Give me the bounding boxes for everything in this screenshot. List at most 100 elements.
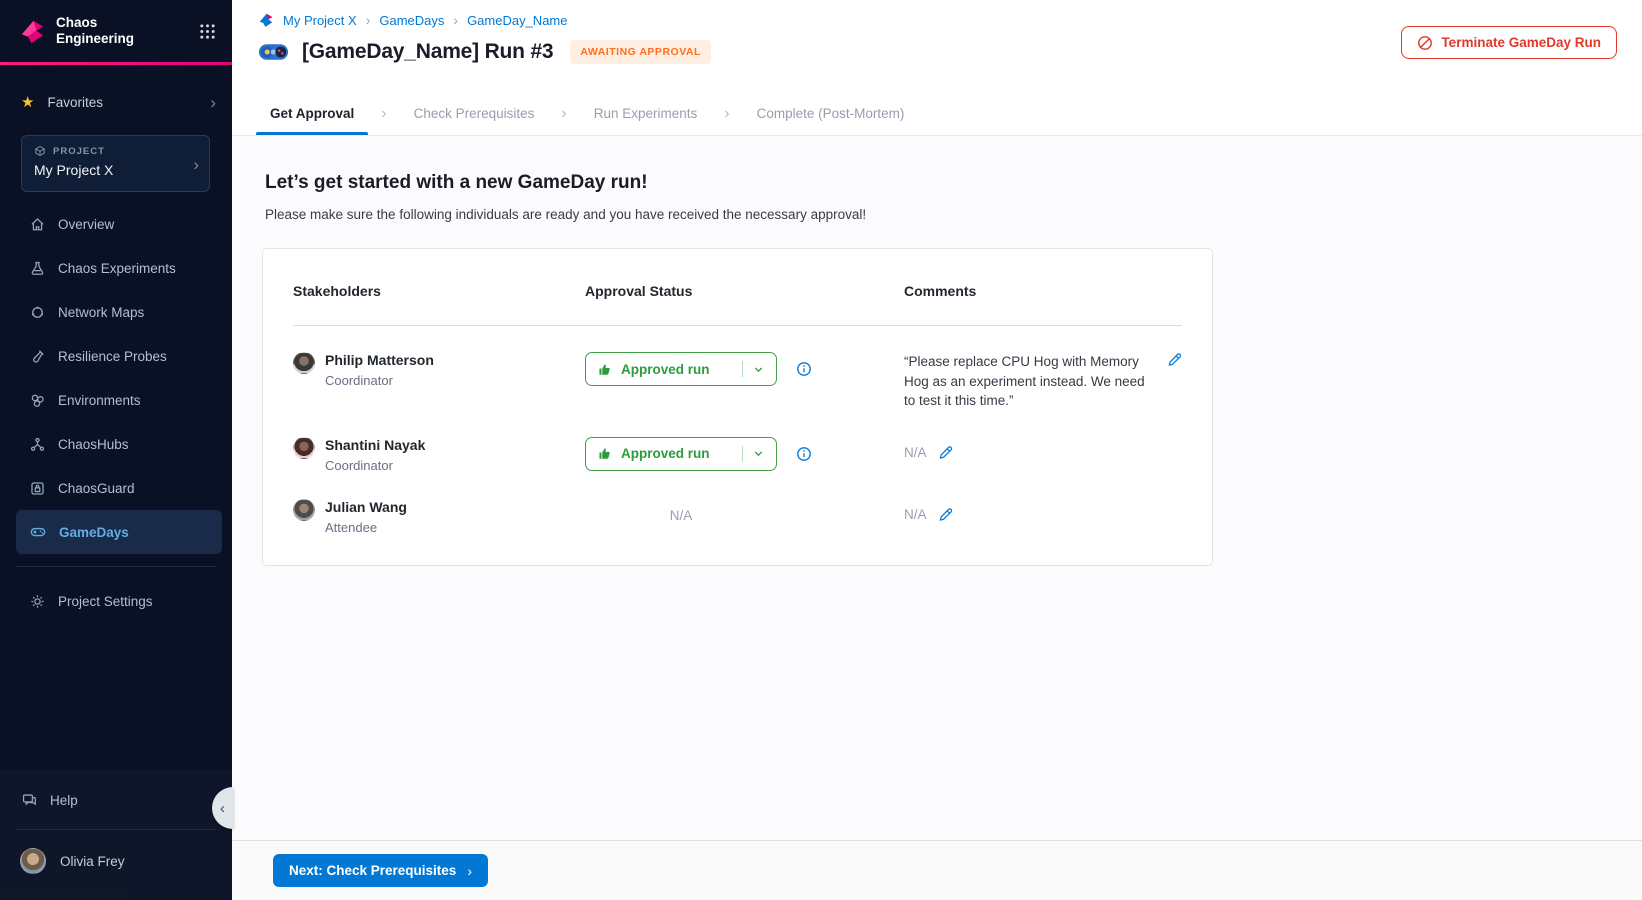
sidebar-item-network-maps[interactable]: Network Maps (0, 290, 232, 334)
sidebar-item-environments[interactable]: Environments (0, 378, 232, 422)
sidebar-item-label: Chaos Experiments (58, 261, 176, 276)
sidebar-menu: Overview Chaos Experiments Network Maps (0, 202, 232, 554)
chevron-right-icon: › (561, 105, 566, 123)
project-selector[interactable]: PROJECT My Project X › (21, 135, 210, 192)
favorites-label: Favorites (47, 95, 103, 110)
stakeholder-cell: Julian Wang Attendee (293, 499, 585, 535)
sidebar-divider (16, 829, 216, 830)
sidebar-item-project-settings[interactable]: Project Settings (0, 579, 232, 623)
stakeholder-role: Coordinator (325, 373, 434, 388)
help-chat-icon (21, 792, 38, 809)
guard-lock-icon (29, 480, 46, 497)
chevron-right-icon: › (193, 156, 199, 173)
step-tabs: Get Approval › Check Prerequisites › Run… (232, 92, 1642, 136)
home-icon (29, 216, 46, 233)
stakeholders-card: Stakeholders Approval Status Comments Ph… (262, 248, 1213, 566)
flask-icon (29, 260, 46, 277)
comment-cell: N/A (904, 499, 1182, 522)
thumbs-up-icon (597, 446, 612, 461)
page-header: My Project X › GameDays › GameDay_Name [… (232, 0, 1642, 92)
edit-comment-icon[interactable] (938, 507, 953, 522)
comment-cell: “Please replace CPU Hog with Memory Hog … (904, 352, 1182, 411)
table-row: Philip Matterson Coordinator Approved ru… (293, 326, 1182, 411)
tab-label: Complete (Post-Mortem) (757, 106, 905, 121)
content-area: Let’s get started with a new GameDay run… (232, 136, 1642, 840)
edit-comment-icon[interactable] (938, 445, 953, 460)
ban-icon (1417, 35, 1433, 51)
table-header: Stakeholders Approval Status Comments (293, 283, 1182, 326)
table-row: Julian Wang Attendee N/A N/A (293, 473, 1182, 535)
user-menu[interactable]: Olivia Frey (0, 839, 232, 874)
page-title: [GameDay_Name] Run #3 (302, 40, 553, 64)
sidebar-item-favorites[interactable]: ★ Favorites › (0, 82, 232, 122)
column-comments: Comments (904, 283, 1182, 299)
tab-get-approval[interactable]: Get Approval (270, 92, 354, 135)
chevron-down-icon (752, 363, 765, 376)
chevron-right-icon: › (467, 863, 472, 879)
thumbs-up-icon (597, 362, 612, 377)
approval-info-icon[interactable] (796, 446, 812, 462)
project-label: PROJECT (53, 146, 105, 157)
content-subtitle: Please make sure the following individua… (265, 207, 1612, 222)
sidebar-item-gamedays[interactable]: GameDays (16, 510, 222, 554)
chevron-down-icon (752, 447, 765, 460)
sidebar-bottom: Help Olivia Frey (0, 770, 232, 900)
button-divider (742, 446, 743, 462)
environments-icon (29, 392, 46, 409)
gamepad-icon (29, 523, 47, 541)
chevron-right-icon: › (210, 94, 216, 111)
cube-icon (34, 145, 46, 157)
stakeholder-role: Coordinator (325, 458, 425, 473)
avatar (293, 352, 315, 374)
sidebar-item-chaoshubs[interactable]: ChaosHubs (0, 422, 232, 466)
gear-icon (29, 593, 46, 610)
tab-check-prerequisites[interactable]: Check Prerequisites (414, 92, 535, 135)
sidebar: Chaos Engineering ★ Favorites › PROJECT … (0, 0, 232, 900)
edit-comment-icon[interactable] (1167, 352, 1182, 367)
tab-run-experiments[interactable]: Run Experiments (594, 92, 698, 135)
tab-label: Get Approval (270, 106, 354, 121)
chevron-right-icon: › (724, 105, 729, 123)
sidebar-item-help[interactable]: Help (0, 780, 232, 820)
next-button[interactable]: Next: Check Prerequisites › (273, 854, 488, 887)
tab-complete-post-mortem[interactable]: Complete (Post-Mortem) (757, 92, 905, 135)
app-root: Chaos Engineering ★ Favorites › PROJECT … (0, 0, 1642, 900)
table-row: Shantini Nayak Coordinator Approved run (293, 411, 1182, 473)
next-button-label: Next: Check Prerequisites (289, 863, 456, 878)
stakeholder-name: Philip Matterson (325, 352, 434, 368)
sidebar-item-chaosguard[interactable]: ChaosGuard (0, 466, 232, 510)
avatar (293, 437, 315, 459)
sidebar-item-label: Help (50, 793, 78, 808)
approval-status-na: N/A (585, 499, 777, 523)
sidebar-item-label: GameDays (59, 525, 129, 540)
breadcrumb-link-gamedays[interactable]: GameDays (379, 13, 444, 28)
sidebar-item-overview[interactable]: Overview (0, 202, 232, 246)
tab-label: Check Prerequisites (414, 106, 535, 121)
main-area: My Project X › GameDays › GameDay_Name [… (232, 0, 1642, 900)
approval-status-dropdown[interactable]: Approved run (585, 437, 777, 471)
sidebar-item-label: ChaosGuard (58, 481, 135, 496)
user-avatar (20, 848, 46, 874)
comment-text: “Please replace CPU Hog with Memory Hog … (904, 352, 1156, 411)
stakeholder-cell: Shantini Nayak Coordinator (293, 437, 585, 473)
breadcrumb-link-gameday-name[interactable]: GameDay_Name (467, 13, 567, 28)
network-map-icon (29, 304, 46, 321)
approval-status-cell: Approved run (585, 437, 904, 471)
stakeholder-name: Julian Wang (325, 499, 407, 515)
module-grid-icon[interactable] (199, 23, 216, 40)
approval-status-dropdown[interactable]: Approved run (585, 352, 777, 386)
sidebar-divider (16, 566, 216, 567)
chaos-engineering-logo-icon (19, 18, 46, 45)
tab-label: Run Experiments (594, 106, 698, 121)
comment-na: N/A (904, 445, 927, 460)
approval-status-label: Approved run (621, 362, 710, 377)
terminate-gameday-button[interactable]: Terminate GameDay Run (1401, 26, 1617, 59)
sidebar-item-resilience-probes[interactable]: Resilience Probes (0, 334, 232, 378)
column-approval-status: Approval Status (585, 283, 904, 299)
breadcrumb-link-project[interactable]: My Project X (283, 13, 357, 28)
user-name: Olivia Frey (60, 854, 125, 869)
approval-info-icon[interactable] (796, 361, 812, 377)
project-logo-icon (258, 12, 274, 28)
sidebar-item-chaos-experiments[interactable]: Chaos Experiments (0, 246, 232, 290)
sidebar-item-label: Overview (58, 217, 114, 232)
